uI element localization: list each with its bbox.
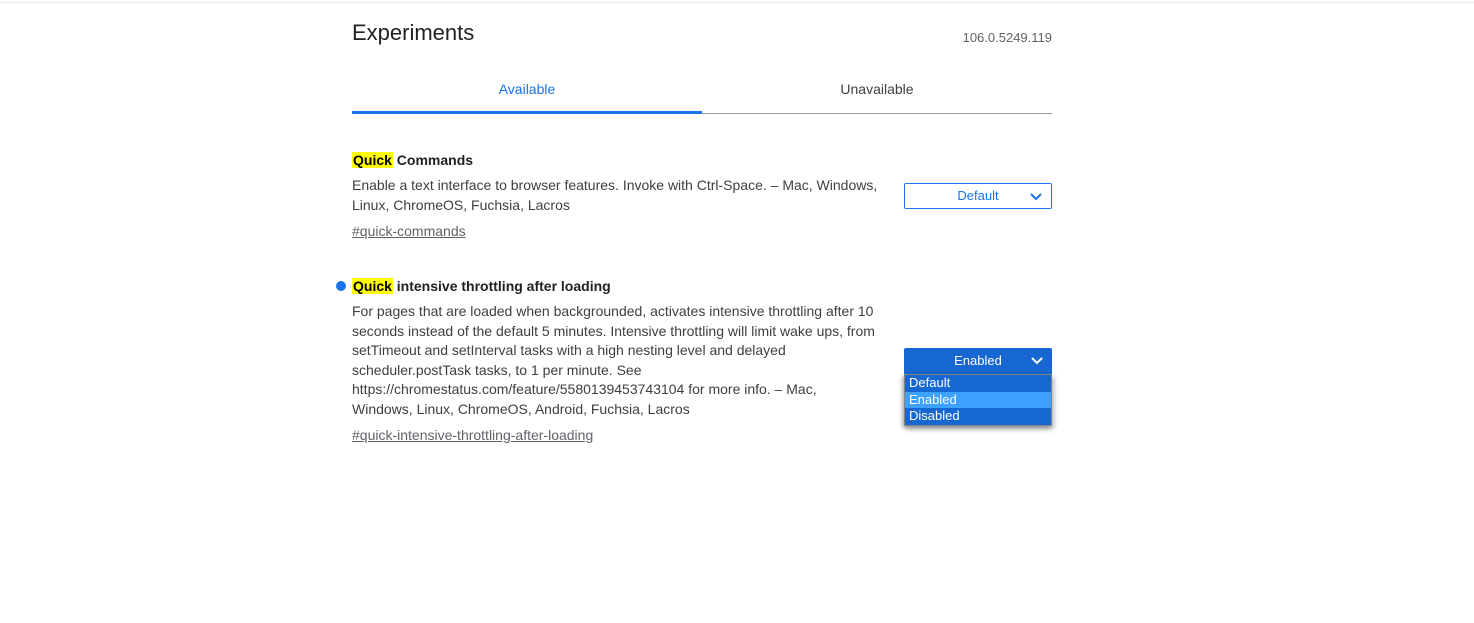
tab-unavailable[interactable]: Unavailable (702, 81, 1052, 114)
experiment-name-rest: Commands (392, 152, 474, 168)
experiment-name: Quick Commands (352, 151, 880, 169)
dropdown-option-enabled[interactable]: Enabled (905, 391, 1051, 408)
experiment-permalink[interactable]: #quick-intensive-throttling-after-loadin… (352, 427, 593, 444)
search-highlight: Quick (352, 152, 393, 168)
experiment-text: Quick Commands Enable a text interface t… (352, 151, 880, 241)
experiment-dropdown[interactable]: Default (904, 183, 1052, 209)
chevron-down-icon (1030, 193, 1042, 201)
dropdown-option-list: Default Enabled Disabled (904, 374, 1052, 426)
dropdown-value: Default (957, 188, 999, 203)
dropdown-option-default[interactable]: Default (905, 375, 1051, 392)
browser-version: 106.0.5249.119 (962, 30, 1052, 45)
experiments-list: Quick Commands Enable a text interface t… (336, 151, 1052, 445)
experiment-control: Default (904, 183, 1052, 209)
dropdown-value: Enabled (954, 353, 1002, 368)
experiment-dropdown-open[interactable]: Enabled (904, 348, 1052, 374)
page-header: Experiments 106.0.5249.119 (352, 0, 1052, 46)
modified-indicator-dot (336, 281, 346, 291)
experiment-description: Enable a text interface to browser featu… (352, 177, 878, 213)
search-highlight: Quick (352, 278, 393, 294)
experiment-name: Quick intensive throttling after loading (336, 277, 880, 295)
experiment-quick-commands: Quick Commands Enable a text interface t… (352, 151, 1052, 241)
experiment-description: For pages that are loaded when backgroun… (352, 303, 875, 417)
tab-bar: Available Unavailable (352, 81, 1052, 114)
page-title: Experiments (352, 20, 475, 45)
experiment-permalink[interactable]: #quick-commands (352, 223, 466, 240)
tab-available[interactable]: Available (352, 81, 702, 114)
experiment-control: Enabled Default Enabled Disabled (904, 348, 1052, 426)
experiment-text: Quick intensive throttling after loading… (336, 277, 880, 445)
chevron-down-icon (1031, 357, 1043, 365)
experiment-quick-intensive-throttling: Quick intensive throttling after loading… (336, 277, 1052, 445)
flags-page: Experiments 106.0.5249.119 Available Una… (336, 0, 1052, 445)
dropdown-option-disabled[interactable]: Disabled (905, 408, 1051, 425)
experiment-name-rest: intensive throttling after loading (392, 278, 611, 294)
